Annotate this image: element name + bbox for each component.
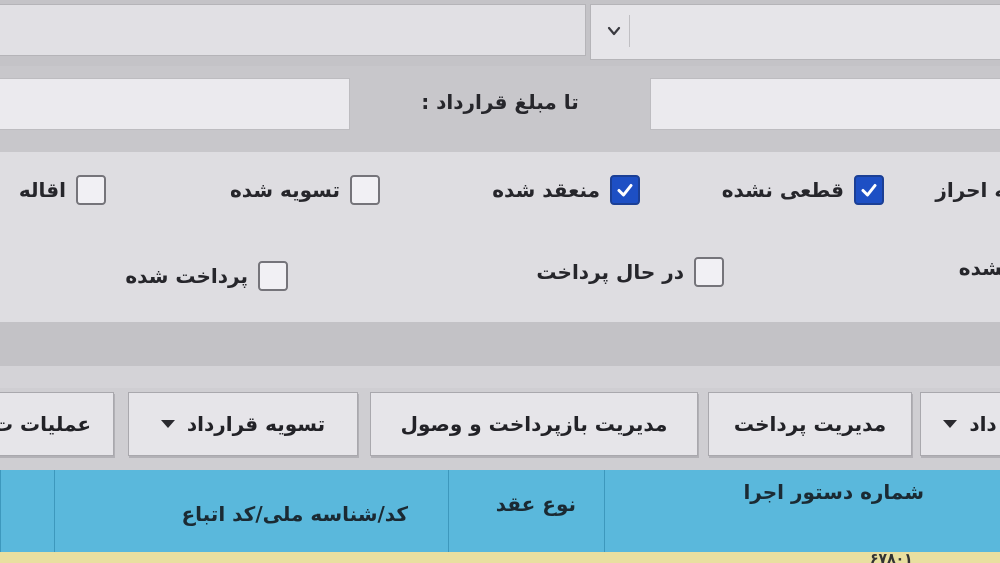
checkbox-label: نشده (958, 256, 1000, 280)
table-column-header[interactable]: نوع عقد (448, 470, 604, 552)
checkbox-label: پرداخت شده (125, 264, 248, 288)
checkbox-unchecked[interactable] (76, 175, 106, 205)
top-left-select[interactable] (0, 4, 586, 56)
checkbox-item-not-done[interactable]: نشده (959, 248, 1000, 288)
column-header-label: کد/شناسه ملی/کد اتباع (181, 502, 408, 526)
repayment-collection-button[interactable]: مدیریت بازپرداخت و وصول (370, 392, 698, 456)
column-header-label: شماره دستور اجرا (743, 480, 924, 504)
top-filter-strip (0, 0, 1000, 66)
column-header-label: نوع عقد (495, 492, 576, 516)
table-cell-peek: ۶۷۸۰۱ (870, 551, 913, 563)
action-toolbar: داد مدیریت پرداخت مدیریت بازپرداخت و وصو… (0, 388, 1000, 470)
button-label: تسویه قرارداد (186, 412, 326, 436)
checkbox-item-paid[interactable]: پرداخت شده (125, 256, 288, 296)
table-row[interactable] (0, 552, 1000, 563)
button-label: مدیریت پرداخت (733, 412, 887, 436)
dropdown-arrow-icon (943, 420, 958, 428)
payment-management-button[interactable]: مدیریت پرداخت (708, 392, 912, 456)
button-label: عملیات ت (0, 412, 92, 436)
dropdown-arrow-icon (160, 420, 175, 428)
checkbox-unchecked[interactable] (350, 175, 380, 205)
chevron-down-icon[interactable] (599, 15, 630, 47)
checkbox-item-concluded[interactable]: منعقد شده (492, 170, 640, 210)
checkbox-label: منعقد شده (492, 178, 600, 202)
checkbox-checked[interactable] (854, 175, 884, 205)
table-column-header[interactable] (0, 470, 54, 552)
amount-to-label: تا مبلغ قرارداد : (421, 90, 579, 114)
checkbox-unchecked[interactable] (694, 257, 724, 287)
button-label: داد (969, 412, 997, 436)
operations-button[interactable]: عملیات ت (0, 392, 114, 456)
checkbox-label: در حال پرداخت (536, 260, 684, 284)
settle-contract-button[interactable]: تسویه قرارداد (128, 392, 358, 456)
section-divider (0, 322, 1000, 366)
checkbox-checked[interactable] (610, 175, 640, 205)
checkbox-label: اقاله (18, 178, 66, 202)
checkbox-item-in-payment[interactable]: در حال پرداخت (536, 252, 724, 292)
checkbox-item-settled[interactable]: تسویه شده (230, 170, 380, 210)
amount-from-input[interactable] (650, 78, 1000, 130)
check-icon (861, 184, 877, 197)
checkbox-item-pending-verify[interactable]: به احراز (935, 170, 1000, 210)
checkbox-item-cancelled[interactable]: اقاله (19, 170, 106, 210)
section-divider (0, 366, 1000, 388)
top-right-select[interactable] (590, 4, 1000, 60)
checkbox-label: به احراز (935, 178, 1000, 202)
checkbox-unchecked[interactable] (258, 261, 288, 291)
status-checkbox-panel: به احراز قطعی نشده منعقد شده تسویه شده ا… (0, 152, 1000, 322)
checkbox-item-not-final[interactable]: قطعی نشده (722, 170, 884, 210)
check-icon (617, 184, 633, 197)
table-column-header[interactable]: کد/شناسه ملی/کد اتباع (54, 470, 448, 552)
checkbox-label: تسویه شده (229, 178, 340, 202)
app-screen: تا مبلغ قرارداد : به احراز قطعی نشده منع… (0, 0, 1000, 563)
amount-filter-row: تا مبلغ قرارداد : (0, 66, 1000, 152)
checkbox-label: قطعی نشده (721, 178, 844, 202)
amount-to-input[interactable] (0, 78, 350, 130)
button-label: مدیریت بازپرداخت و وصول (400, 412, 668, 436)
table-column-header[interactable]: شماره دستور اجرا (604, 470, 1000, 552)
results-table-header: کد/شناسه ملی/کد اتباع نوع عقد شماره دستو… (0, 470, 1000, 552)
contract-menu-button[interactable]: داد (920, 392, 1000, 456)
